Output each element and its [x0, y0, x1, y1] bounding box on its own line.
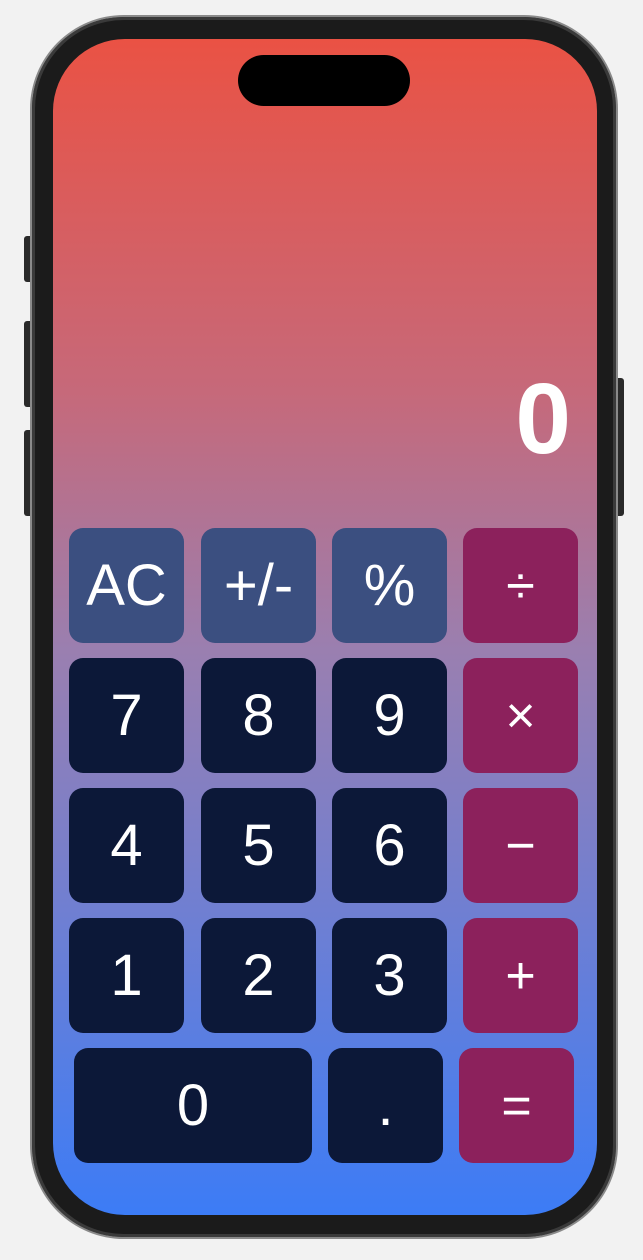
digit-2-button[interactable]: 2 [201, 918, 316, 1033]
digit-8-button[interactable]: 8 [201, 658, 316, 773]
add-button[interactable]: + [463, 918, 578, 1033]
digit-4-button[interactable]: 4 [69, 788, 184, 903]
calculator-screen: 0 AC +/- % ÷ 7 8 9 × 4 5 6 − 1 2 3 + 0 .… [53, 39, 597, 1215]
divide-button[interactable]: ÷ [463, 528, 578, 643]
digit-0-button[interactable]: 0 [74, 1048, 312, 1163]
multiply-button[interactable]: × [463, 658, 578, 773]
result-display: 0 [515, 363, 571, 475]
power-button [615, 378, 624, 516]
digit-6-button[interactable]: 6 [332, 788, 447, 903]
digit-9-button[interactable]: 9 [332, 658, 447, 773]
digit-5-button[interactable]: 5 [201, 788, 316, 903]
equals-button[interactable]: = [459, 1048, 574, 1163]
digit-7-button[interactable]: 7 [69, 658, 184, 773]
dynamic-island [238, 55, 410, 106]
digit-3-button[interactable]: 3 [332, 918, 447, 1033]
sign-toggle-button[interactable]: +/- [201, 528, 316, 643]
clear-button[interactable]: AC [69, 528, 184, 643]
percent-button[interactable]: % [332, 528, 447, 643]
subtract-button[interactable]: − [463, 788, 578, 903]
decimal-button[interactable]: . [328, 1048, 443, 1163]
digit-1-button[interactable]: 1 [69, 918, 184, 1033]
